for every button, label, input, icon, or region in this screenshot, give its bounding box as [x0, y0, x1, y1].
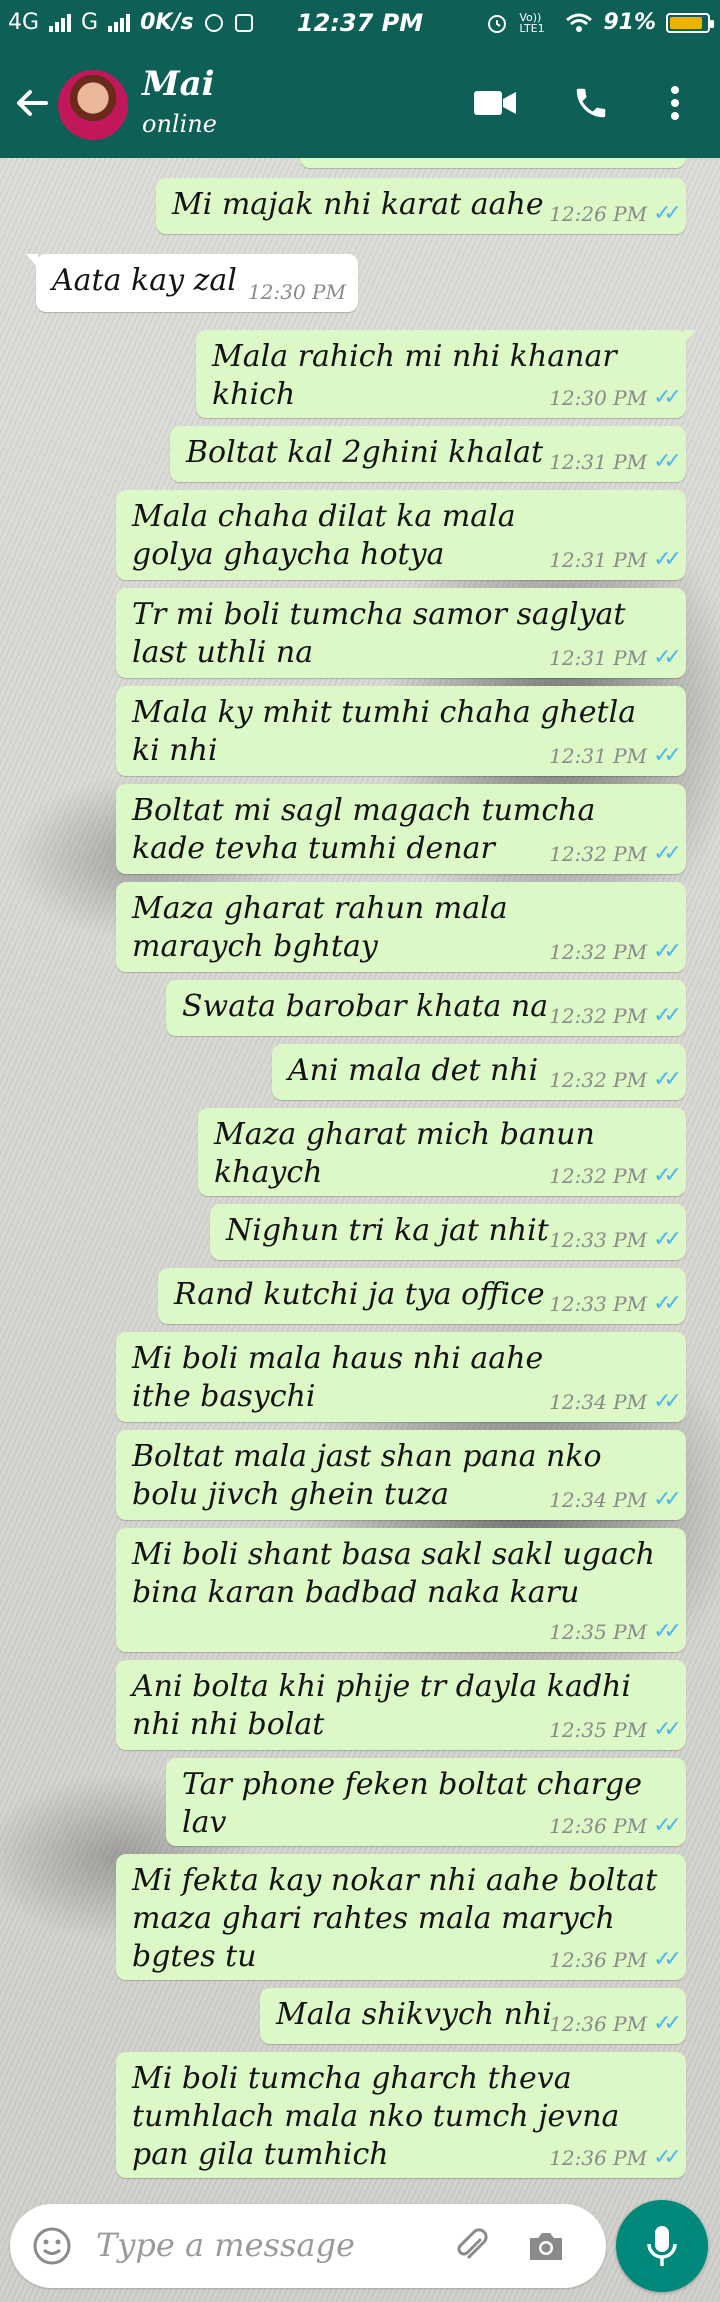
- message-time: 12:32 PM: [549, 1163, 648, 1188]
- status-bar: 4G G 0K/s 12:37 PM Vo)) LTE1 91%: [0, 0, 720, 48]
- message-time: 12:30 PM: [248, 280, 346, 304]
- alarm-icon: [488, 14, 507, 33]
- message-bubble[interactable]: Mi fekta kay nokar nhi aahe boltat maza …: [116, 1854, 686, 1980]
- message-time: 12:31 PM: [549, 547, 648, 572]
- read-ticks-icon: ✓✓: [653, 1717, 682, 1742]
- read-ticks-icon: ✓✓: [653, 1227, 682, 1252]
- message-list[interactable]: Mi majak nhi karat aahe 12:26 PM ✓✓ Aata …: [0, 158, 720, 2188]
- more-vert-icon[interactable]: [652, 80, 698, 126]
- read-ticks-icon: ✓✓: [653, 449, 682, 474]
- emoji-icon[interactable]: [30, 2224, 74, 2268]
- read-ticks-icon: ✓✓: [653, 1003, 682, 1028]
- battery-icon: [666, 12, 714, 33]
- message-text: Mi boli shant basa sakl sakl ugach bina …: [132, 1537, 655, 1610]
- read-ticks-icon: ✓✓: [653, 939, 682, 964]
- read-ticks-icon: ✓✓: [653, 2145, 682, 2170]
- message-bubble[interactable]: Mi boli mala haus nhi aahe ithe basychi …: [116, 1332, 686, 1422]
- read-ticks-icon: ✓✓: [653, 841, 682, 866]
- volte-indicator: Vo)) LTE1: [519, 10, 545, 35]
- message-bubble[interactable]: Maza gharat mich banun khaych 12:32 PM ✓✓: [198, 1108, 686, 1196]
- message-time: 12:36 PM: [549, 2145, 648, 2170]
- camera-icon[interactable]: [524, 2224, 568, 2268]
- battery-percent: 91%: [603, 10, 656, 35]
- message-bubble[interactable]: Mi boli tumcha gharch theva tumhlach mal…: [116, 2052, 686, 2178]
- message-time: 12:34 PM: [549, 1487, 648, 1512]
- read-ticks-icon: ✓✓: [653, 1947, 682, 1972]
- message-time: 12:33 PM: [549, 1227, 648, 1252]
- read-ticks-icon: ✓✓: [653, 385, 682, 410]
- phone-icon[interactable]: [568, 80, 614, 126]
- message-input[interactable]: Type a message: [96, 2226, 355, 2264]
- read-ticks-icon: ✓✓: [653, 1291, 682, 1316]
- message-time: 12:31 PM: [549, 449, 648, 474]
- message-time: 12:36 PM: [549, 1947, 648, 1972]
- message-bubble-incoming[interactable]: Aata kay zal 12:30 PM: [26, 254, 358, 312]
- message-bubble-partial[interactable]: [300, 158, 686, 168]
- message-time: 12:32 PM: [549, 939, 648, 964]
- read-ticks-icon: ✓✓: [653, 1389, 682, 1414]
- message-text: Mi boli mala haus nhi aahe ithe basychi: [132, 1341, 544, 1414]
- message-time: 12:36 PM: [549, 1813, 648, 1838]
- message-bubble[interactable]: Mi boli shant basa sakl sakl ugach bina …: [116, 1528, 686, 1652]
- message-bubble[interactable]: Nighun tri ka jat nhit 12:33 PM ✓✓: [210, 1204, 686, 1260]
- message-time: 12:31 PM: [549, 743, 648, 768]
- read-ticks-icon: ✓✓: [653, 1619, 682, 1644]
- message-bubble[interactable]: Ani mala det nhi 12:32 PM ✓✓: [272, 1044, 686, 1100]
- wifi-icon: [566, 13, 593, 32]
- message-time: 12:32 PM: [549, 1003, 648, 1028]
- read-ticks-icon: ✓✓: [653, 1163, 682, 1188]
- message-time: 12:26 PM: [549, 201, 648, 226]
- message-bubble[interactable]: Ani bolta khi phije tr dayla kadhi nhi n…: [116, 1660, 686, 1750]
- read-ticks-icon: ✓✓: [653, 2011, 682, 2036]
- message-time: 12:35 PM: [549, 1717, 648, 1742]
- contact-name[interactable]: Mai: [142, 64, 215, 104]
- contact-status: online: [142, 110, 217, 138]
- mic-icon: [647, 2226, 677, 2266]
- message-text: Mala chaha dilat ka mala golya ghaycha h…: [132, 499, 516, 572]
- message-time: 12:35 PM: [549, 1619, 648, 1644]
- back-arrow-icon[interactable]: [12, 83, 52, 123]
- message-bubble[interactable]: Boltat kal 2ghini khalat 12:31 PM ✓✓: [170, 426, 686, 482]
- read-ticks-icon: ✓✓: [653, 743, 682, 768]
- message-time: 12:32 PM: [549, 841, 648, 866]
- read-ticks-icon: ✓✓: [653, 1487, 682, 1512]
- message-bubble[interactable]: Rand kutchi ja tya office 12:33 PM ✓✓: [158, 1268, 686, 1324]
- avatar[interactable]: [56, 68, 130, 142]
- message-bubble[interactable]: Swata barobar khata na 12:32 PM ✓✓: [166, 980, 686, 1036]
- message-time: 12:31 PM: [549, 645, 648, 670]
- message-bubble[interactable]: Boltat mi sagl magach tumcha kade tevha …: [116, 784, 686, 874]
- chat-header: Mai online: [0, 48, 720, 158]
- message-bubble[interactable]: Mala shikvych nhi 12:36 PM ✓✓: [260, 1988, 686, 2044]
- message-bubble[interactable]: Mala ky mhit tumhi chaha ghetla ki nhi 1…: [116, 686, 686, 776]
- message-bubble[interactable]: Tr mi boli tumcha samor saglyat last uth…: [116, 588, 686, 678]
- read-ticks-icon: ✓✓: [653, 1813, 682, 1838]
- message-time: 12:34 PM: [549, 1389, 648, 1414]
- mic-button[interactable]: [616, 2200, 708, 2292]
- message-time: 12:32 PM: [549, 1067, 648, 1092]
- read-ticks-icon: ✓✓: [653, 645, 682, 670]
- message-bubble[interactable]: Boltat mala jast shan pana nko bolu jivc…: [116, 1430, 686, 1520]
- attach-icon[interactable]: [450, 2224, 494, 2268]
- message-time: 12:30 PM: [549, 385, 648, 410]
- message-bubble[interactable]: Maza gharat rahun mala maraych bghtay 12…: [116, 882, 686, 972]
- read-ticks-icon: ✓✓: [653, 1067, 682, 1092]
- read-ticks-icon: ✓✓: [653, 547, 682, 572]
- message-bubble[interactable]: Mala chaha dilat ka mala golya ghaycha h…: [116, 490, 686, 580]
- video-call-icon[interactable]: [472, 80, 518, 126]
- message-bubble[interactable]: Tar phone feken boltat charge lav 12:36 …: [166, 1758, 686, 1846]
- message-time: 12:36 PM: [549, 2011, 648, 2036]
- read-ticks-icon: ✓✓: [653, 201, 682, 226]
- message-bubble[interactable]: Mala rahich mi nhi khanar khich 12:30 PM…: [196, 330, 696, 418]
- message-time: 12:33 PM: [549, 1291, 648, 1316]
- message-bubble[interactable]: Mi majak nhi karat aahe 12:26 PM ✓✓: [156, 178, 686, 234]
- message-input-bar[interactable]: Type a message: [10, 2204, 606, 2288]
